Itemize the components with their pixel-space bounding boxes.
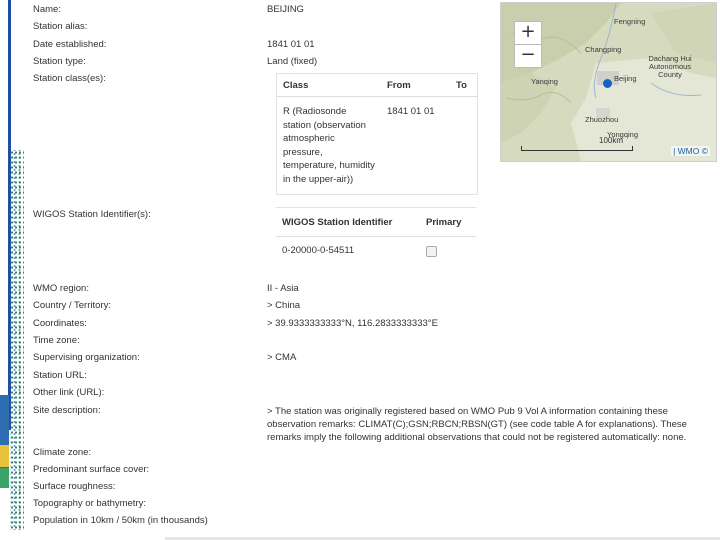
station-class-table: Class From To R (Radiosonde station (obs… (276, 73, 478, 195)
station-location-map[interactable]: Fengning Changping Dachang Hui Autonomou… (500, 2, 717, 162)
label-station-classes: Station class(es): (33, 73, 106, 84)
label-wigos-identifiers: WIGOS Station Identifier(s): (33, 209, 151, 220)
wigos-table-header: WIGOS Station Identifier Primary (276, 208, 476, 237)
zoom-in-button[interactable]: + (514, 21, 542, 45)
class-line: temperature, humidity (283, 160, 375, 171)
class-header-to: To (456, 80, 467, 91)
label-population: Population in 10km / 50km (in thousands) (33, 515, 208, 526)
map-scale-bar (521, 146, 633, 151)
label-other-link: Other link (URL): (33, 387, 105, 398)
station-marker[interactable] (603, 79, 612, 88)
map-label-zhuozhou: Zhuozhou (585, 115, 619, 124)
class-table-from-cell: 1841 01 01 (387, 106, 435, 117)
map-label-yanqing: Yanqing (531, 77, 558, 86)
link-country-china[interactable]: > China (267, 300, 300, 311)
value-station-type: Land (fixed) (267, 56, 318, 67)
wigos-header-primary: Primary (426, 217, 462, 228)
wigos-header-identifier: WIGOS Station Identifier (282, 217, 393, 228)
map-label-fengning: Fengning (614, 17, 646, 26)
label-surface-roughness: Surface roughness: (33, 481, 116, 492)
class-line: R (Radiosonde (283, 106, 347, 117)
link-supervising-organization[interactable]: > CMA (267, 352, 296, 363)
map-dots-pattern (10, 150, 24, 530)
background-map-strip (0, 0, 24, 540)
class-line: station (observation (283, 119, 366, 131)
wigos-identifier-value: 0-20000-0-54511 (282, 245, 355, 256)
primary-checkbox[interactable] (426, 246, 437, 257)
value-name: BEIJING (267, 4, 304, 15)
zoom-out-button[interactable]: − (514, 44, 542, 68)
label-predominant-surface-cover: Predominant surface cover: (33, 464, 150, 475)
map-fragment-yellow (0, 445, 9, 467)
label-name: Name: (33, 4, 61, 15)
label-station-type: Station type: (33, 56, 86, 67)
label-topography-bathymetry: Topography or bathymetry: (33, 498, 147, 509)
wigos-identifier-table: WIGOS Station Identifier Primary 0-20000… (276, 207, 476, 266)
value-wmo-region: II - Asia (267, 283, 299, 294)
map-label-dachang: Dachang Hui Autonomous County (648, 54, 692, 79)
class-header-class: Class (283, 80, 309, 91)
label-station-alias: Station alias: (33, 21, 88, 32)
class-table-header: Class From To (277, 74, 477, 97)
label-time-zone: Time zone: (33, 335, 80, 346)
value-date-established: 1841 01 01 (267, 39, 315, 50)
label-supervising-organization: Supervising organization: (33, 352, 140, 363)
map-scale-label: 100km (599, 136, 624, 145)
label-station-url: Station URL: (33, 370, 87, 381)
class-header-from: From (387, 80, 411, 91)
map-label-changping: Changping (585, 45, 622, 54)
map-label-beijing: Beijing (614, 74, 637, 83)
class-line: in the upper-air)) (283, 173, 354, 185)
class-line: pressure, (283, 146, 323, 158)
label-wmo-region: WMO region: (33, 283, 89, 294)
map-attribution-link[interactable]: | WMO © (671, 146, 710, 156)
label-climate-zone: Climate zone: (33, 447, 92, 458)
site-description-text: > The station was originally registered … (267, 406, 687, 443)
label-coordinates: Coordinates: (33, 318, 87, 329)
label-site-description: Site description: (33, 405, 101, 416)
class-line: atmospheric (283, 133, 335, 144)
label-country-territory: Country / Territory: (33, 300, 111, 311)
class-table-class-cell: R (Radiosonde station (observation atmos… (283, 105, 383, 186)
map-fragment-green (0, 468, 9, 488)
label-date-established: Date established: (33, 39, 107, 50)
link-coordinates[interactable]: > 39.9333333333°N, 116.2833333333°E (267, 318, 438, 329)
